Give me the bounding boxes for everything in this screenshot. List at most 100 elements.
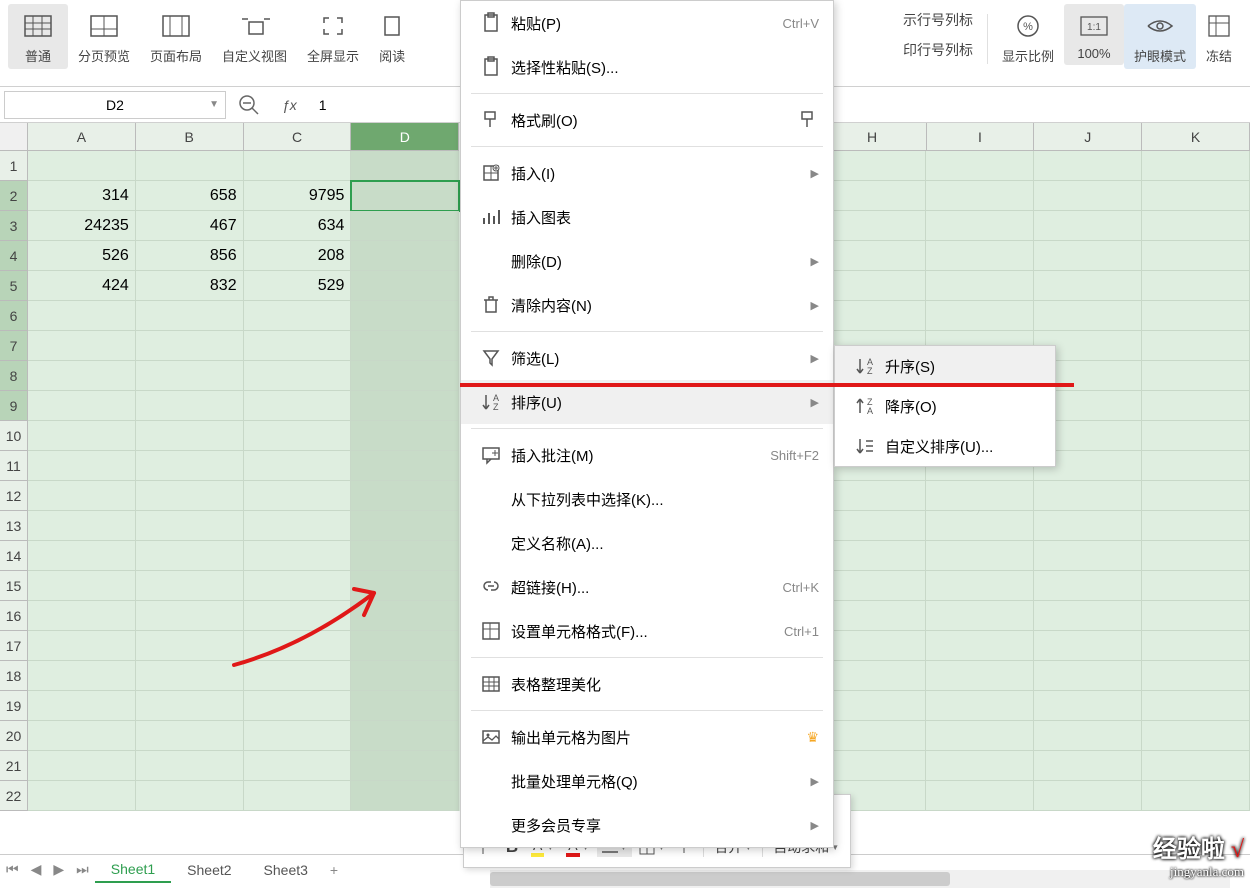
cell[interactable] [136, 631, 244, 661]
cell[interactable] [28, 151, 136, 181]
cell[interactable] [1142, 601, 1250, 631]
cell[interactable] [1034, 751, 1142, 781]
cell[interactable] [28, 601, 136, 631]
cell[interactable] [926, 511, 1034, 541]
cell[interactable] [1142, 541, 1250, 571]
cell[interactable] [1142, 181, 1250, 211]
cell[interactable] [136, 691, 244, 721]
menu-item[interactable]: 筛选(L)▶ [461, 336, 833, 380]
cell[interactable] [819, 511, 927, 541]
cell[interactable]: 208 [244, 241, 352, 271]
cell[interactable]: 529 [244, 271, 352, 301]
cell[interactable]: 9795 [244, 181, 352, 211]
row-header[interactable]: 20 [0, 721, 28, 751]
tab-nav-next[interactable]: ▶ [47, 861, 70, 878]
row-header[interactable]: 16 [0, 601, 28, 631]
cell[interactable] [28, 451, 136, 481]
row-header[interactable]: 7 [0, 331, 28, 361]
cell[interactable] [819, 541, 927, 571]
cell[interactable] [926, 721, 1034, 751]
cell[interactable] [1142, 301, 1250, 331]
row-header[interactable]: 2 [0, 181, 28, 211]
submenu-item[interactable]: 自定义排序(U)... [835, 426, 1055, 466]
view-read[interactable]: 阅读 [369, 4, 415, 69]
cell[interactable] [244, 451, 352, 481]
cell[interactable] [926, 181, 1034, 211]
view-page-preview[interactable]: 分页预览 [68, 4, 140, 69]
cell[interactable] [926, 301, 1034, 331]
cell[interactable] [926, 271, 1034, 301]
cell[interactable] [136, 451, 244, 481]
cell[interactable] [1034, 631, 1142, 661]
cell[interactable] [819, 151, 927, 181]
cell[interactable] [28, 691, 136, 721]
cell[interactable]: 832 [136, 271, 244, 301]
cell[interactable] [351, 781, 459, 811]
select-all-corner[interactable] [0, 123, 28, 151]
view-fullscreen[interactable]: 全屏显示 [297, 4, 369, 69]
cell[interactable] [926, 601, 1034, 631]
cell[interactable] [1034, 211, 1142, 241]
row-header[interactable]: 3 [0, 211, 28, 241]
cell[interactable] [351, 601, 459, 631]
row-header[interactable]: 8 [0, 361, 28, 391]
cell[interactable] [244, 721, 352, 751]
cell[interactable] [351, 541, 459, 571]
submenu-item[interactable]: ZA降序(O) [835, 386, 1055, 426]
menu-item[interactable]: 插入图表 [461, 195, 833, 239]
row-header[interactable]: 1 [0, 151, 28, 181]
row-header[interactable]: 13 [0, 511, 28, 541]
cell[interactable] [351, 331, 459, 361]
cell[interactable] [28, 511, 136, 541]
cell[interactable] [1142, 331, 1250, 361]
cell[interactable] [1142, 511, 1250, 541]
cell[interactable] [244, 331, 352, 361]
cell[interactable] [1034, 721, 1142, 751]
cell[interactable] [244, 421, 352, 451]
cell[interactable] [1142, 721, 1250, 751]
cell[interactable] [351, 661, 459, 691]
cell[interactable] [819, 751, 927, 781]
cell[interactable] [136, 781, 244, 811]
cell[interactable] [926, 631, 1034, 661]
cell[interactable] [1034, 241, 1142, 271]
col-header-h[interactable]: H [819, 123, 927, 151]
tab-add[interactable]: + [324, 862, 344, 878]
row-header[interactable]: 19 [0, 691, 28, 721]
cell[interactable] [1142, 391, 1250, 421]
menu-item[interactable]: 定义名称(A)... [461, 521, 833, 565]
menu-item[interactable]: 删除(D)▶ [461, 239, 833, 283]
cell[interactable] [28, 421, 136, 451]
row-header[interactable]: 11 [0, 451, 28, 481]
col-header-j[interactable]: J [1034, 123, 1142, 151]
menu-item[interactable]: 从下拉列表中选择(K)... [461, 477, 833, 521]
cell[interactable] [244, 151, 352, 181]
cell[interactable] [926, 571, 1034, 601]
col-header-d[interactable]: D [351, 123, 459, 151]
cell[interactable] [1034, 781, 1142, 811]
cell[interactable]: 424 [28, 271, 136, 301]
row-header[interactable]: 14 [0, 541, 28, 571]
row-header[interactable]: 10 [0, 421, 28, 451]
menu-item[interactable]: 粘贴(P)Ctrl+V [461, 1, 833, 45]
freeze-panes[interactable]: 冻结 [1196, 4, 1242, 69]
cell[interactable] [351, 721, 459, 751]
cell[interactable] [351, 391, 459, 421]
cell[interactable] [351, 571, 459, 601]
cell[interactable] [819, 571, 927, 601]
cell[interactable] [1034, 691, 1142, 721]
cell[interactable] [1142, 571, 1250, 601]
row-header[interactable]: 9 [0, 391, 28, 421]
cell[interactable] [244, 661, 352, 691]
menu-item[interactable]: 插入批注(M)Shift+F2 [461, 433, 833, 477]
name-box[interactable]: D2 ▼ [4, 91, 226, 119]
cell[interactable] [28, 721, 136, 751]
cell[interactable] [28, 391, 136, 421]
row-header[interactable]: 22 [0, 781, 28, 811]
cell[interactable] [819, 241, 927, 271]
cell[interactable] [351, 511, 459, 541]
horizontal-scrollbar[interactable] [490, 870, 1230, 888]
cell[interactable] [351, 691, 459, 721]
cell[interactable] [819, 211, 927, 241]
menu-item[interactable]: 清除内容(N)▶ [461, 283, 833, 327]
